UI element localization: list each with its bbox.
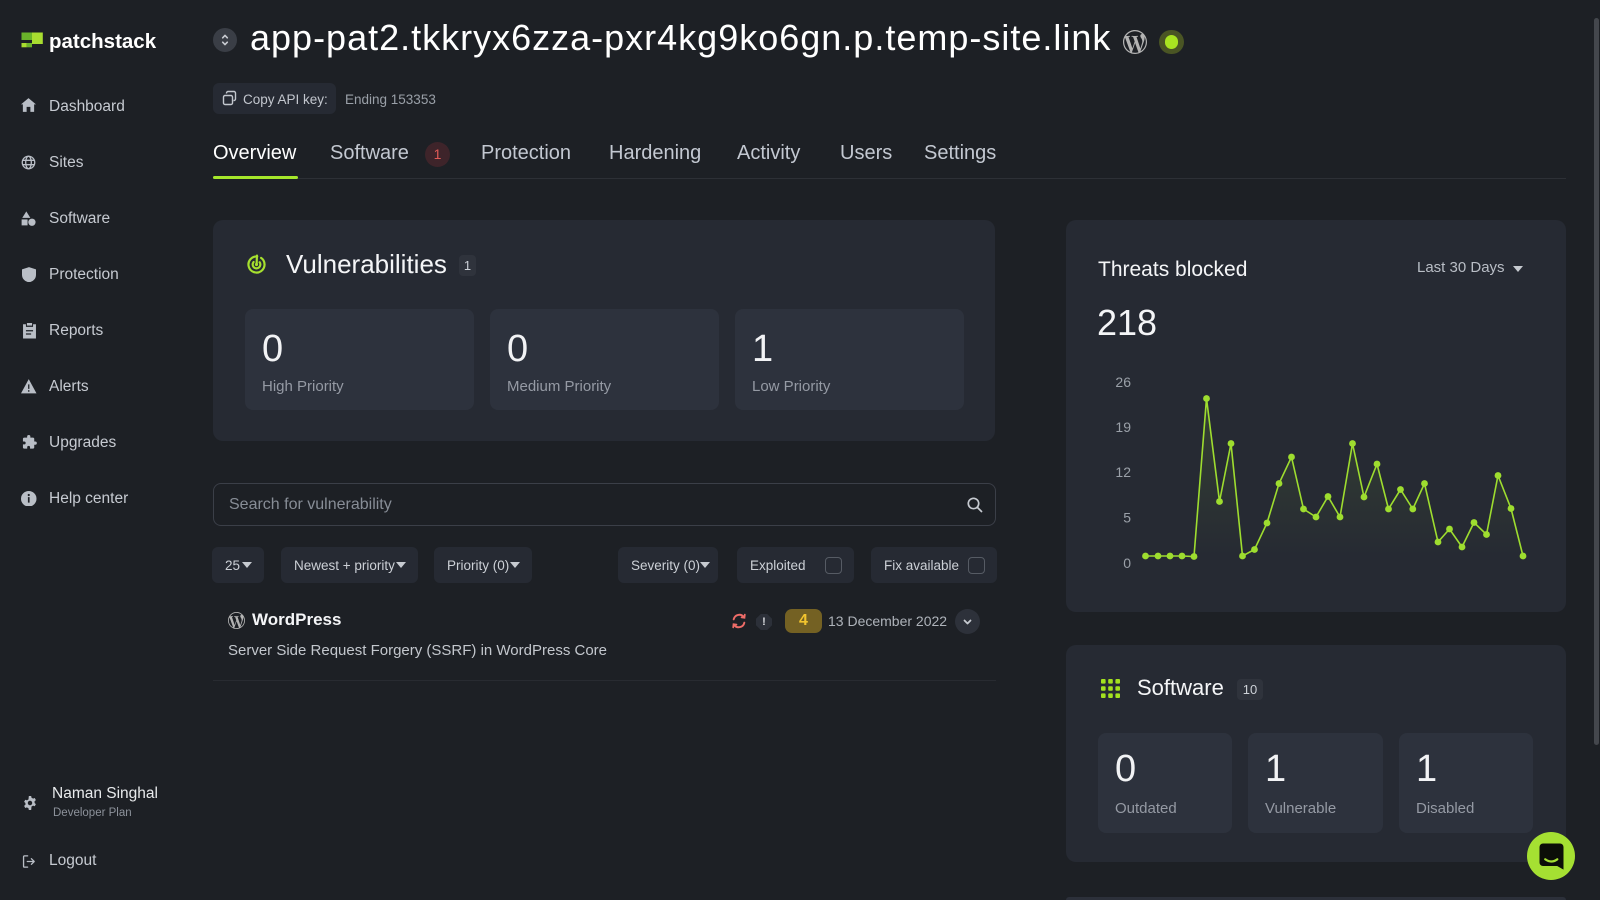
svg-text:0: 0: [1123, 555, 1131, 571]
svg-text:19: 19: [1115, 419, 1131, 435]
svg-text:12: 12: [1115, 464, 1131, 480]
svg-text:5: 5: [1123, 510, 1131, 526]
svg-text:26: 26: [1115, 374, 1131, 390]
